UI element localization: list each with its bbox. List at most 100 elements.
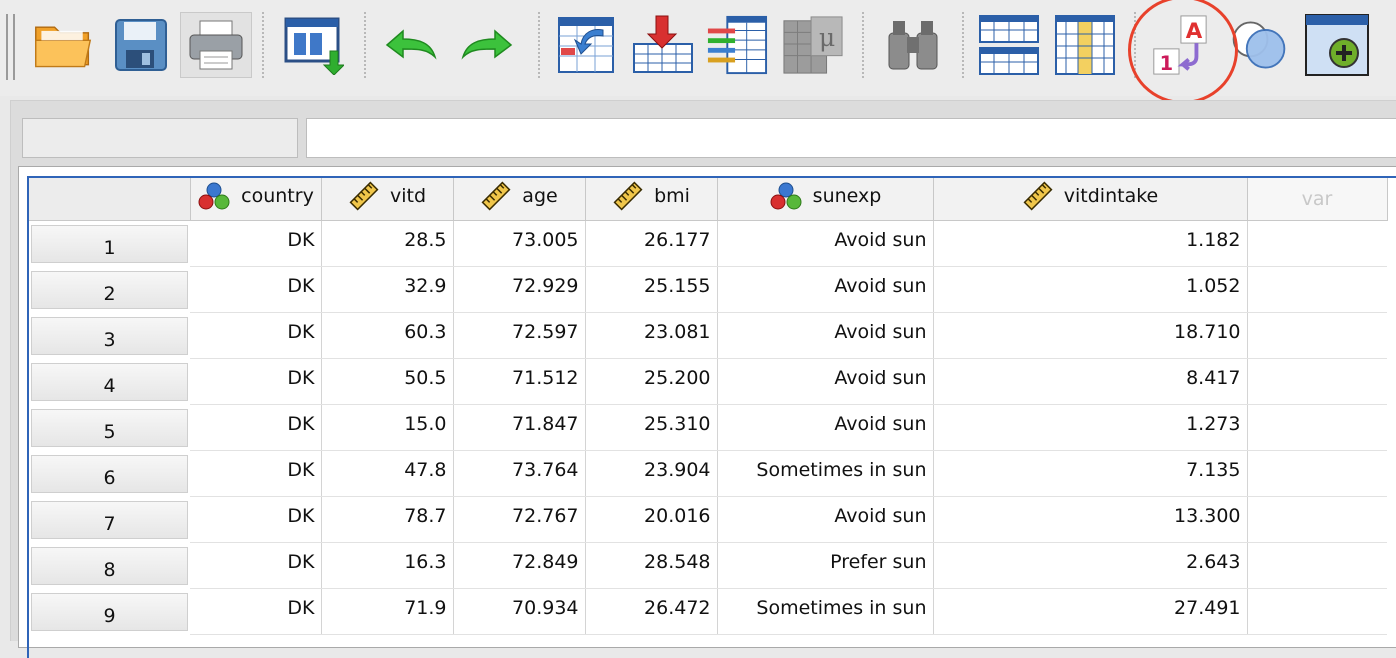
data-cell-vitd[interactable]: 15.0 (321, 404, 454, 451)
data-cell-var[interactable] (1247, 450, 1387, 497)
data-cell-vitdintake[interactable]: 8.417 (933, 358, 1248, 405)
data-cell-var[interactable] (1247, 358, 1387, 405)
data-cell-sunexp[interactable]: Avoid sun (717, 312, 934, 359)
column-header-vitd[interactable]: vitd (321, 178, 454, 221)
data-cell-age[interactable]: 72.929 (453, 266, 586, 313)
insert-cases-button[interactable] (978, 12, 1040, 78)
data-cell-age[interactable]: 72.767 (453, 496, 586, 543)
column-header-country[interactable]: country (190, 178, 322, 221)
data-cell-bmi[interactable]: 26.177 (585, 220, 718, 267)
row-header[interactable]: 5 (29, 404, 190, 450)
data-cell-bmi[interactable]: 20.016 (585, 496, 718, 543)
row-header[interactable]: 6 (29, 450, 190, 496)
column-header-label: sunexp (812, 185, 882, 208)
data-cell-vitdintake[interactable]: 13.300 (933, 496, 1248, 543)
data-cell-vitd[interactable]: 50.5 (321, 358, 454, 405)
data-cell-age[interactable]: 71.512 (453, 358, 586, 405)
cell-value-field[interactable] (306, 118, 1396, 158)
data-cell-age[interactable]: 71.847 (453, 404, 586, 451)
column-header-bmi[interactable]: bmi (585, 178, 718, 221)
data-cell-vitd[interactable]: 28.5 (321, 220, 454, 267)
toolbar-grip[interactable] (6, 14, 15, 80)
data-cell-vitd[interactable]: 47.8 (321, 450, 454, 497)
data-cell-var[interactable] (1247, 542, 1387, 589)
data-cell-country[interactable]: DK (190, 220, 322, 267)
data-cell-var[interactable] (1247, 404, 1387, 451)
go-to-case-button[interactable] (556, 12, 618, 78)
data-cell-country[interactable]: DK (190, 450, 322, 497)
data-cell-bmi[interactable]: 23.081 (585, 312, 718, 359)
data-cell-var[interactable] (1247, 312, 1387, 359)
undo-button[interactable] (380, 12, 442, 78)
data-cell-vitdintake[interactable]: 7.135 (933, 450, 1248, 497)
row-header[interactable]: 7 (29, 496, 190, 542)
data-cell-sunexp[interactable]: Avoid sun (717, 358, 934, 405)
go-to-variable-button[interactable] (632, 12, 694, 78)
recall-dialog-button[interactable] (282, 12, 344, 78)
open-data-button[interactable] (32, 12, 94, 78)
grid-corner[interactable] (29, 178, 191, 221)
print-button[interactable] (180, 12, 252, 78)
data-cell-bmi[interactable]: 23.904 (585, 450, 718, 497)
data-cell-age[interactable]: 72.849 (453, 542, 586, 589)
data-cell-country[interactable]: DK (190, 358, 322, 405)
row-header[interactable]: 2 (29, 266, 190, 312)
data-cell-sunexp[interactable]: Avoid sun (717, 404, 934, 451)
data-cell-sunexp[interactable]: Avoid sun (717, 220, 934, 267)
data-cell-country[interactable]: DK (190, 312, 322, 359)
cell-reference-box[interactable] (22, 118, 298, 158)
data-cell-bmi[interactable]: 25.200 (585, 358, 718, 405)
data-cell-var[interactable] (1247, 220, 1387, 267)
row-header[interactable]: 9 (29, 588, 190, 634)
data-cell-age[interactable]: 72.597 (453, 312, 586, 359)
data-cell-vitdintake[interactable]: 1.052 (933, 266, 1248, 313)
column-header-var[interactable]: var (1247, 178, 1388, 221)
data-cell-age[interactable]: 70.934 (453, 588, 586, 635)
data-cell-country[interactable]: DK (190, 404, 322, 451)
data-cell-var[interactable] (1247, 496, 1387, 543)
column-header-age[interactable]: age (453, 178, 586, 221)
add-extension-button[interactable] (1304, 12, 1370, 78)
column-header-sunexp[interactable]: sunexp (717, 178, 934, 221)
data-cell-vitd[interactable]: 78.7 (321, 496, 454, 543)
data-cell-country[interactable]: DK (190, 496, 322, 543)
row-header[interactable]: 4 (29, 358, 190, 404)
column-header-vitdintake[interactable]: vitdintake (933, 178, 1248, 221)
run-descriptives-button[interactable]: μ (782, 12, 844, 78)
data-cell-vitd[interactable]: 71.9 (321, 588, 454, 635)
data-cell-var[interactable] (1247, 266, 1387, 313)
data-cell-sunexp[interactable]: Prefer sun (717, 542, 934, 589)
table-row: 2 DK 32.9 72.929 25.155 Avoid sun 1.052 (29, 266, 1387, 313)
data-cell-country[interactable]: DK (190, 266, 322, 313)
data-cell-vitd[interactable]: 32.9 (321, 266, 454, 313)
column-header-label: vitdintake (1063, 185, 1159, 208)
insert-variable-button[interactable] (1054, 12, 1116, 78)
data-cell-vitdintake[interactable]: 18.710 (933, 312, 1248, 359)
row-header[interactable]: 8 (29, 542, 190, 588)
data-cell-bmi[interactable]: 25.310 (585, 404, 718, 451)
data-cell-vitdintake[interactable]: 1.182 (933, 220, 1248, 267)
row-header[interactable]: 1 (29, 220, 190, 266)
data-cell-vitd[interactable]: 16.3 (321, 542, 454, 589)
data-cell-sunexp[interactable]: Avoid sun (717, 266, 934, 313)
data-cell-bmi[interactable]: 25.155 (585, 266, 718, 313)
data-cell-vitd[interactable]: 60.3 (321, 312, 454, 359)
data-cell-sunexp[interactable]: Avoid sun (717, 496, 934, 543)
data-cell-var[interactable] (1247, 588, 1387, 635)
find-button[interactable] (882, 12, 944, 78)
data-cell-country[interactable]: DK (190, 542, 322, 589)
data-cell-bmi[interactable]: 26.472 (585, 588, 718, 635)
data-cell-country[interactable]: DK (190, 588, 322, 635)
data-cell-age[interactable]: 73.005 (453, 220, 586, 267)
redo-button[interactable] (456, 12, 518, 78)
data-cell-sunexp[interactable]: Sometimes in sun (717, 588, 934, 635)
save-button[interactable] (110, 12, 172, 78)
data-cell-age[interactable]: 73.764 (453, 450, 586, 497)
row-header[interactable]: 3 (29, 312, 190, 358)
data-cell-vitdintake[interactable]: 27.491 (933, 588, 1248, 635)
data-cell-vitdintake[interactable]: 1.273 (933, 404, 1248, 451)
data-cell-bmi[interactable]: 28.548 (585, 542, 718, 589)
variables-button[interactable] (706, 12, 768, 78)
data-cell-vitdintake[interactable]: 2.643 (933, 542, 1248, 589)
data-cell-sunexp[interactable]: Sometimes in sun (717, 450, 934, 497)
